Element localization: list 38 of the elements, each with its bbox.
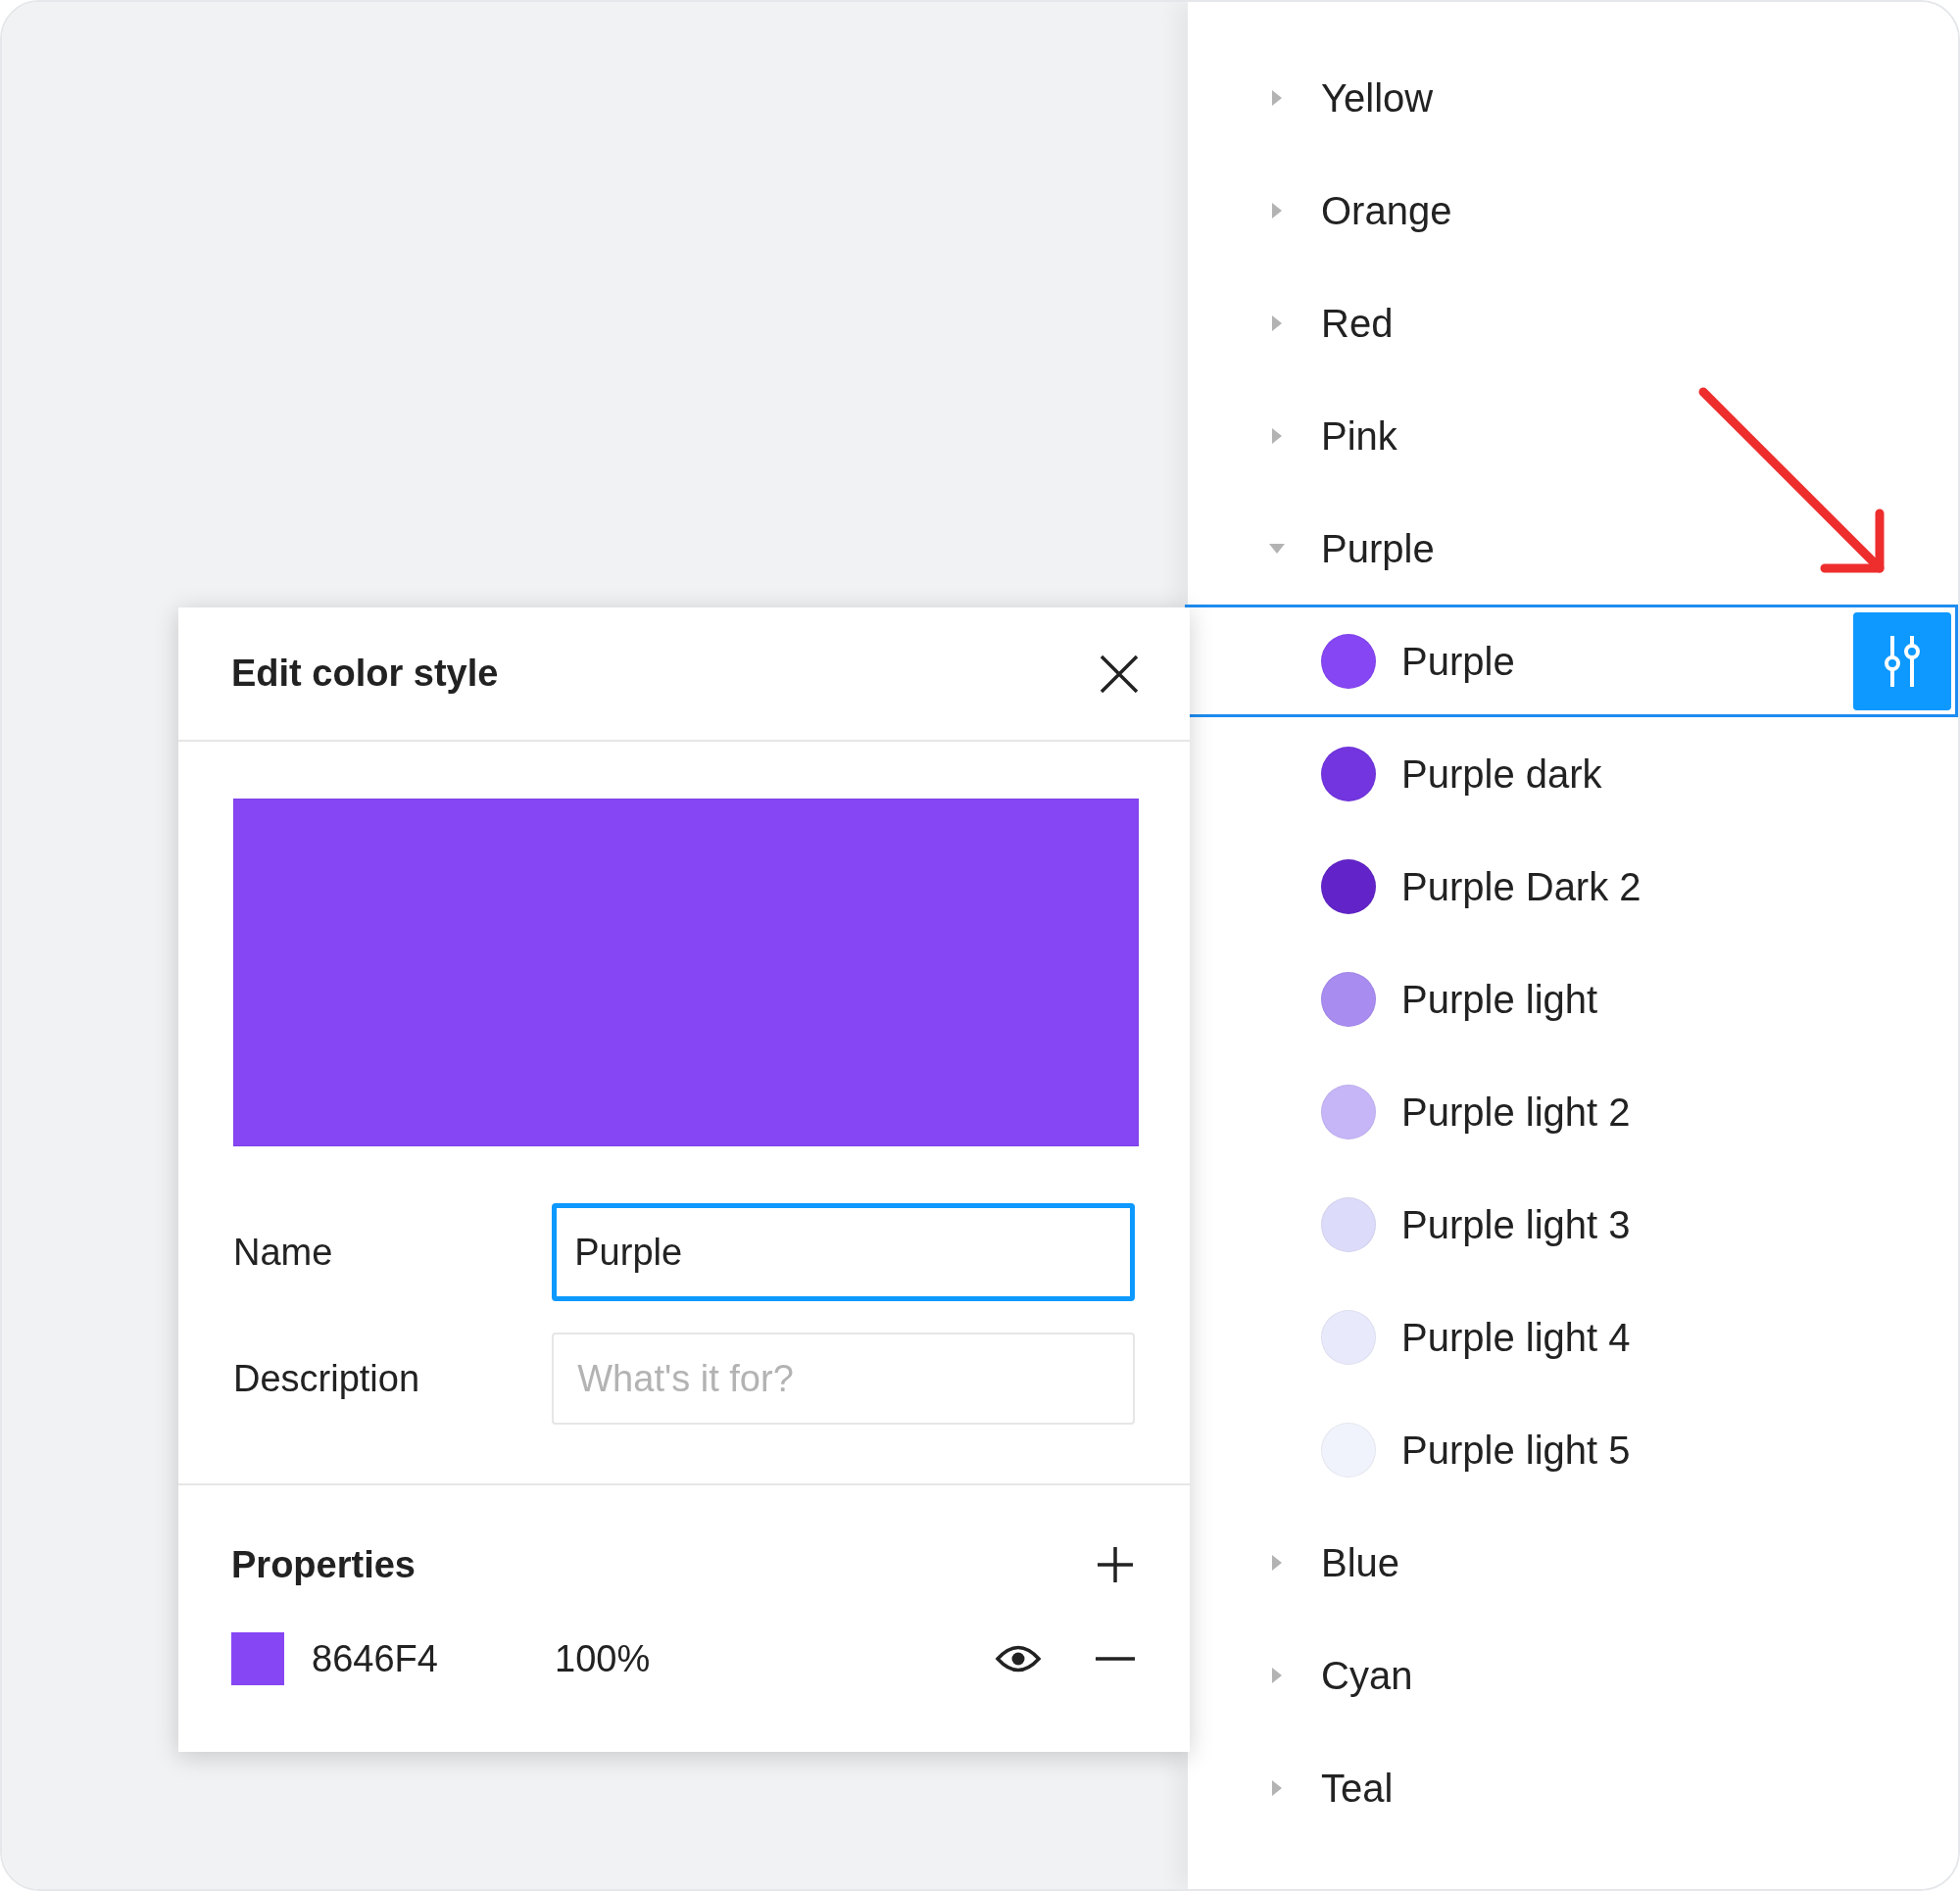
style-group-label[interactable]: Teal [1321, 1758, 1394, 1818]
style-group-label[interactable]: Orange [1321, 180, 1452, 240]
dialog-title: Edit color style [231, 652, 499, 696]
color-style-row[interactable]: Purple dark [1188, 717, 1958, 830]
style-group-label[interactable]: Cyan [1321, 1645, 1413, 1705]
style-group-label[interactable]: Yellow [1321, 68, 1434, 127]
color-style-row[interactable]: Purple light 4 [1188, 1281, 1958, 1393]
color-style-label: Purple dark [1401, 751, 1603, 798]
color-style-label: Purple light 3 [1401, 1201, 1632, 1248]
opacity-value[interactable]: 100% [555, 1630, 994, 1687]
description-input[interactable]: What's it for? [552, 1333, 1135, 1425]
color-style-row[interactable]: Purple light 2 [1188, 1055, 1958, 1168]
style-group-label[interactable]: Purple [1321, 518, 1435, 578]
section-title: Properties [231, 1542, 416, 1587]
style-group-label[interactable]: Red [1321, 293, 1394, 353]
color-style-label: Purple light 2 [1401, 1089, 1632, 1136]
color-style-label: Purple light [1401, 976, 1599, 1023]
color-style-row[interactable]: Purple light 3 [1188, 1168, 1958, 1281]
color-style-row[interactable]: Purple [1185, 605, 1958, 717]
field-label: Description [233, 1356, 421, 1401]
plus-icon [1096, 1545, 1135, 1584]
color-swatch[interactable] [231, 1632, 284, 1685]
style-group-label[interactable]: Blue [1321, 1532, 1400, 1592]
hex-value[interactable]: 8646F4 [312, 1630, 555, 1687]
edit-style-button[interactable] [1853, 611, 1951, 710]
color-style-row[interactable]: Purple Dark 2 [1188, 830, 1958, 943]
color-style-row[interactable]: Purple light 5 [1188, 1393, 1958, 1506]
style-group-label[interactable]: Pink [1321, 406, 1397, 465]
color-style-row[interactable]: Purple light [1188, 943, 1958, 1055]
eye-icon [995, 1644, 1042, 1673]
color-style-label: Purple [1401, 638, 1516, 685]
color-style-label: Purple light 4 [1401, 1314, 1632, 1361]
field-label: Name [233, 1230, 334, 1275]
color-style-label: Purple light 5 [1401, 1427, 1632, 1474]
name-input[interactable]: Purple [552, 1203, 1135, 1301]
minus-icon [1096, 1656, 1135, 1662]
color-style-label: Purple Dark 2 [1401, 863, 1642, 910]
close-icon [1100, 654, 1139, 694]
